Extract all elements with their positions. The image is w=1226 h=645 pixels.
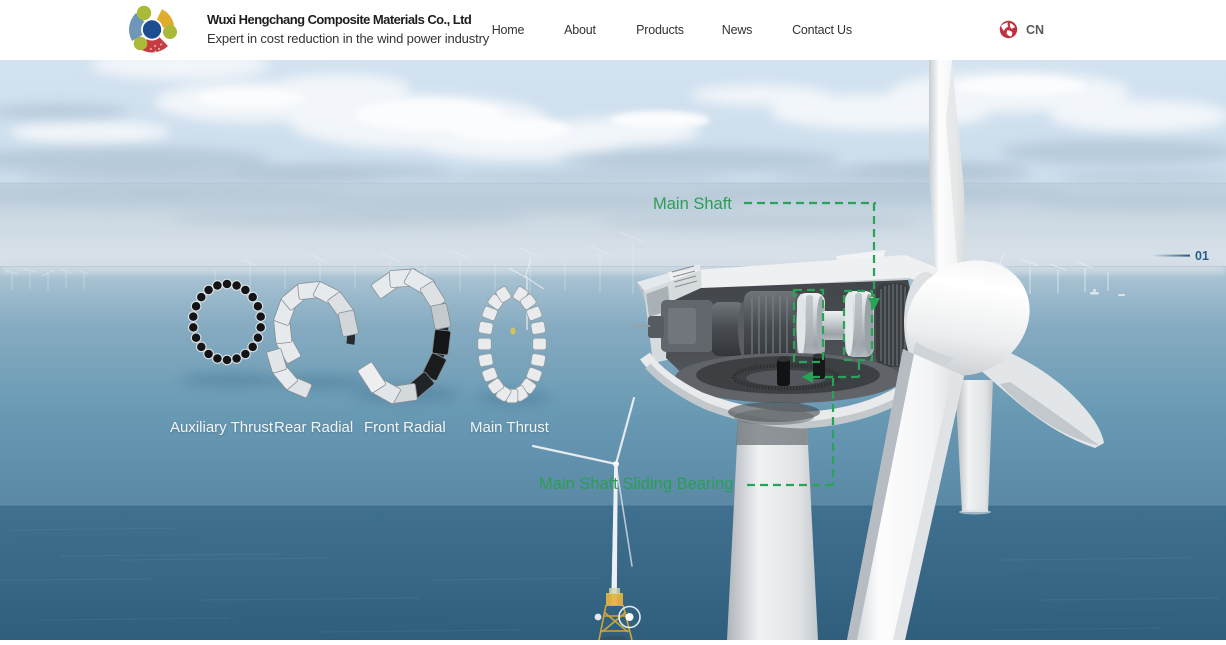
svg-text:01: 01 bbox=[1195, 249, 1209, 263]
